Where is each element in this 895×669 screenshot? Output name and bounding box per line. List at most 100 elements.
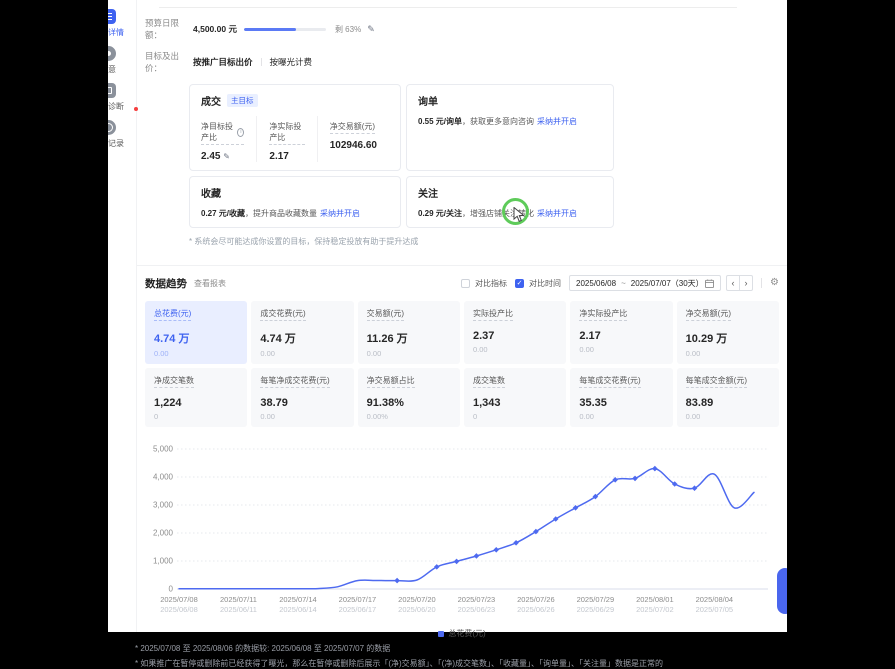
goal-price: 0.55 元/询单 <box>418 117 462 126</box>
svg-text:3,000: 3,000 <box>153 501 174 510</box>
svg-text:2025/07/11: 2025/07/11 <box>220 595 257 604</box>
goal-price: 0.29 元/关注 <box>418 209 462 218</box>
svg-text:2025/07/26: 2025/07/26 <box>517 595 555 604</box>
svg-text:2025/06/17: 2025/06/17 <box>339 605 377 614</box>
section-divider <box>137 265 787 266</box>
metric-card-compare-value: 0.00 <box>260 412 344 421</box>
metric-card[interactable]: 实际投产比 2.37 0.00 <box>464 301 566 364</box>
svg-text:2025/06/26: 2025/06/26 <box>517 605 555 614</box>
metric-card-label: 实际投产比 <box>473 308 513 321</box>
compare-metric-label: 对比指标 <box>475 278 507 289</box>
next-period-button[interactable]: › <box>739 275 753 291</box>
metric-card[interactable]: 每笔成交花费(元)35.350.00 <box>570 368 672 427</box>
goal-card-favorite: 收藏 0.27 元/收藏，提升商品收藏数量采纳并开启 <box>189 176 401 228</box>
chart-legend: 总花费(元) <box>145 628 779 639</box>
info-icon[interactable]: i <box>237 128 244 137</box>
svg-text:2025/06/23: 2025/06/23 <box>458 605 496 614</box>
budget-row: 预算日限额： 4,500.00 元 剩 63% ✎ <box>145 17 779 41</box>
svg-text:2025/06/08: 2025/06/08 <box>160 605 198 614</box>
metric-card-label: 净交易额(元) <box>686 308 731 321</box>
metric-card[interactable]: 净交易额占比91.38%0.00% <box>358 368 460 427</box>
goal-card-title: 收藏 <box>201 185 221 200</box>
svg-text:2025/06/29: 2025/06/29 <box>577 605 615 614</box>
metric-card-label: 交易额(元) <box>367 308 404 321</box>
budget-progress-fill <box>244 28 296 31</box>
edit-roi-icon[interactable]: ✎ <box>223 152 230 161</box>
goal-card-title: 关注 <box>418 185 438 200</box>
svg-text:0: 0 <box>169 585 174 594</box>
metric-card[interactable]: 成交花费(元)4.74 万0.00 <box>251 301 353 364</box>
metric-card[interactable]: 净成交笔数1,2240 <box>145 368 247 427</box>
view-report-link[interactable]: 查看报表 <box>194 278 226 289</box>
metric-card[interactable]: 交易额(元)11.26 万0.00 <box>358 301 460 364</box>
svg-text:2025/08/01: 2025/08/01 <box>636 595 674 604</box>
budget-value: 4,500.00 元 <box>193 23 237 35</box>
adopt-enable-link[interactable]: 采纳并开启 <box>537 209 577 218</box>
metric-card-label: 成交花费(元) <box>260 308 305 321</box>
svg-text:2025/07/29: 2025/07/29 <box>577 595 615 604</box>
metric-value: 2.45 <box>201 151 220 162</box>
metric-card-compare-value: 0.00 <box>473 345 557 354</box>
bid-by-impression-option[interactable]: 按曝光计费 <box>270 56 313 68</box>
metric-card[interactable]: 净实际投产比2.170.00 <box>570 301 672 364</box>
metric-card-value: 91.38% <box>367 397 451 409</box>
metric-card-label: 每笔成交金额(元) <box>686 375 747 388</box>
compare-metric-checkbox[interactable] <box>461 279 470 288</box>
metric-card-value: 10.29 万 <box>686 330 770 346</box>
compare-time-checkbox[interactable]: ✓ <box>515 279 524 288</box>
controls-divider <box>761 278 762 288</box>
goal-desc: ，提升商品收藏数量 <box>245 209 317 218</box>
trend-header: 数据趋势 查看报表 对比指标 ✓ 对比时间 2025/06/08 ~ 2025/… <box>145 275 779 291</box>
metric-card-value: 11.26 万 <box>367 330 451 346</box>
legend-label: 总花费(元) <box>448 628 485 639</box>
prev-period-button[interactable]: ‹ <box>726 275 740 291</box>
metric-card-value: 1,343 <box>473 397 557 409</box>
letterbox-left <box>0 0 108 632</box>
metric-card-value: 38.79 <box>260 397 344 409</box>
svg-text:2025/06/20: 2025/06/20 <box>398 605 436 614</box>
adopt-enable-link[interactable]: 采纳并开启 <box>537 117 577 126</box>
chart-footnote: * 如果推广在暂停或删除前已经获得了曝光，那么在暂停或删除后展示「(净)交易额」… <box>135 659 779 669</box>
metric-card[interactable]: 每笔净成交花费(元) 38.79 0.00 <box>251 368 353 427</box>
svg-text:2025/08/04: 2025/08/04 <box>696 595 734 604</box>
date-range-picker[interactable]: 2025/06/08 ~ 2025/07/07（30天） <box>569 275 721 291</box>
svg-text:2025/07/05: 2025/07/05 <box>696 605 734 614</box>
metric-card[interactable]: 净交易额(元)10.29 万0.00 <box>677 301 779 364</box>
metric-card-compare-value: 0.00 <box>260 349 344 358</box>
app-panel: 推广详情创意推广诊断操作记录 预算日限额： 4,500.00 元 剩 63% ✎… <box>80 0 787 632</box>
goal-cards-grid: 成交 主目标 净目标投产比i 2.45 ✎ 净实际投产比 2.17 净交易额(元… <box>189 84 779 228</box>
svg-text:2025/06/11: 2025/06/11 <box>220 605 257 614</box>
adopt-enable-link[interactable]: 采纳并开启 <box>320 209 360 218</box>
svg-text:2025/07/14: 2025/07/14 <box>279 595 317 604</box>
metric-card-value: 2.37 <box>473 330 557 342</box>
metric-card[interactable]: 成交笔数1,3430 <box>464 368 566 427</box>
svg-text:2025/07/08: 2025/07/08 <box>160 595 198 604</box>
metric-card-value: 4.74 万 <box>154 330 238 346</box>
trend-line-chart: 01,0002,0003,0004,0005,0002025/07/082025… <box>145 441 778 623</box>
metric-card[interactable]: 每笔成交金额(元)83.890.00 <box>677 368 779 427</box>
goal-price: 0.27 元/收藏 <box>201 209 245 218</box>
trend-title: 数据趋势 <box>145 276 187 291</box>
metric-card-label: 成交笔数 <box>473 375 505 388</box>
svg-text:2025/07/20: 2025/07/20 <box>398 595 436 604</box>
option-divider <box>261 58 262 66</box>
metric-label: 净实际投产比 <box>269 121 304 145</box>
click-indicator-ring <box>502 198 529 225</box>
svg-text:4,000: 4,000 <box>153 473 174 482</box>
svg-text:2,000: 2,000 <box>153 529 174 538</box>
metric-value: 2.17 <box>269 151 304 162</box>
metric-card-label: 每笔净成交花费(元) <box>260 375 329 388</box>
goal-bid-row: 目标及出价： 按推广目标出价 按曝光计费 <box>145 50 779 74</box>
metric-card[interactable]: 总花费(元)4.74 万0.00 <box>145 301 247 364</box>
bid-by-goal-option[interactable]: 按推广目标出价 <box>193 56 253 68</box>
metric-label: 净交易额(元) <box>330 121 375 134</box>
settings-gear-icon[interactable]: ⚙ <box>770 278 779 288</box>
svg-text:2025/07/02: 2025/07/02 <box>636 605 674 614</box>
metric-card-compare-value: 0.00 <box>579 345 663 354</box>
metric-card-label: 净成交笔数 <box>154 375 194 388</box>
budget-progress-bar <box>244 28 326 31</box>
goal-card-inquiry: 询单 0.55 元/询单，获取更多意向咨询采纳并开启 <box>406 84 614 171</box>
edit-budget-icon[interactable]: ✎ <box>367 24 375 35</box>
top-divider <box>159 7 737 8</box>
metric-value: 102946.60 <box>330 140 377 151</box>
